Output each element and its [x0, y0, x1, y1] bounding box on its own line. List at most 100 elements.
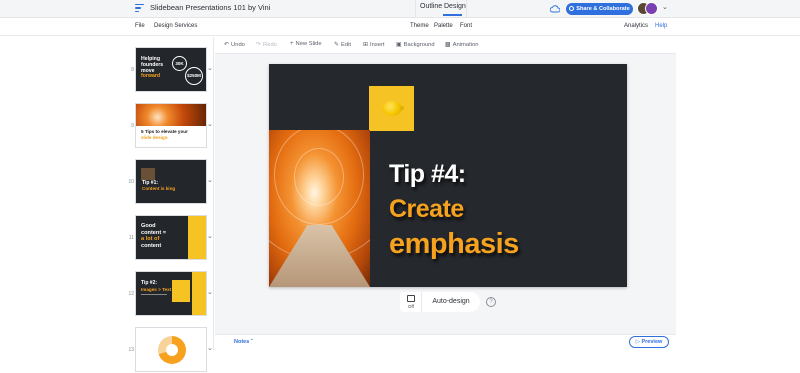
slide-number: 10 — [128, 179, 134, 185]
slide-thumbnail[interactable]: Tip #2: Images > Text — [135, 271, 207, 316]
menu-analytics[interactable]: Analytics — [624, 23, 648, 29]
thumbnail-text: Good — [141, 223, 156, 229]
chevron-up-icon: ˆ — [250, 339, 253, 345]
notes-label: Notes — [234, 339, 250, 345]
new-slide-label: New Slide — [295, 41, 322, 47]
tab-design[interactable]: Design — [444, 3, 466, 10]
lemon-tip — [400, 106, 404, 110]
slide-number: 8 — [131, 67, 134, 73]
menu-icon[interactable] — [135, 4, 144, 13]
plus-icon: + — [290, 41, 294, 47]
thumbnail-text: slide design — [141, 135, 168, 140]
slide-thumbnail[interactable]: Tip #1: Content is king — [135, 159, 207, 204]
background-label: Background — [403, 42, 435, 48]
menu-theme[interactable]: Theme — [410, 23, 429, 29]
thumbnail-accent — [188, 216, 206, 259]
menu-help[interactable]: Help — [655, 23, 667, 29]
menu-design-services[interactable]: Design Services — [154, 23, 197, 29]
lemon-image[interactable] — [369, 86, 414, 131]
preview-button[interactable]: ▷ Preview — [629, 336, 669, 348]
divider — [466, 0, 467, 18]
undo-button[interactable]: ↶ Undo — [224, 41, 245, 48]
edit-label: Edit — [341, 42, 352, 48]
slide-heading-line[interactable]: Tip #4: — [389, 160, 466, 189]
thumbnail-text: Tip #2: — [141, 280, 158, 286]
thumbnail-text-line — [141, 294, 167, 295]
preview-label: Preview — [641, 339, 663, 345]
toggle-state: Off — [408, 304, 414, 309]
slide-number: 11 — [128, 235, 134, 241]
tunnel-image[interactable] — [269, 130, 370, 287]
auto-design-button[interactable]: Auto-design — [422, 292, 480, 312]
slide-heading-line[interactable]: Create — [389, 195, 464, 224]
animation-button[interactable]: ▩ Animation — [445, 41, 478, 48]
share-button[interactable]: Share & Collaborate — [566, 3, 633, 15]
share-button-label: Share & Collaborate — [576, 6, 630, 12]
stat-circle: $250M — [185, 67, 203, 85]
animation-icon: ▩ — [445, 42, 451, 48]
thumbnail-text: content = — [141, 229, 167, 236]
undo-icon: ↶ — [224, 42, 230, 48]
thumbnail-text: Images > Text — [141, 287, 172, 292]
top-bar: Slidebean Presentations 101 by Vini Outl… — [0, 0, 800, 18]
auto-design-toggle[interactable]: Off — [400, 292, 422, 312]
slide-thumbnail[interactable]: Good content = a lot of content — [135, 215, 207, 260]
presentation-title[interactable]: Slidebean Presentations 101 by Vini — [150, 3, 270, 12]
thumbnail-row: 11 Good content = a lot of content ⌄ — [118, 215, 214, 261]
tab-outline[interactable]: Outline — [420, 3, 442, 10]
thumbnail-text: a lot of — [141, 236, 160, 243]
thumbnail-image — [172, 280, 190, 302]
pie-hole — [166, 344, 178, 356]
active-tab-indicator — [443, 14, 462, 16]
thumbnail-row: 9 5 Tips to elevate your slide design ⌄ — [118, 103, 214, 149]
globe-icon — [569, 6, 575, 11]
thumbnail-row: 13 ⌄ — [118, 327, 214, 373]
avatar[interactable] — [645, 2, 658, 15]
play-icon: ▷ — [635, 339, 640, 345]
slide-heading-line[interactable]: emphasis — [389, 228, 519, 261]
thumbnail-accent — [192, 272, 206, 315]
chevron-down-icon[interactable]: ⌄ — [207, 344, 213, 352]
slide-number: 9 — [131, 123, 134, 129]
animation-label: Animation — [452, 42, 479, 48]
thumbnail-row: 10 Tip #1: Content is king ⌄ — [118, 159, 214, 205]
new-slide-button[interactable]: + New Slide — [290, 41, 322, 47]
notes-toggle[interactable]: Notes ˆ — [234, 339, 253, 345]
chevron-down-icon[interactable]: ⌄ — [207, 120, 213, 128]
thumbnail-row: 12 Tip #2: Images > Text ⌄ — [118, 271, 214, 317]
edit-button[interactable]: ✎ Edit — [334, 41, 351, 48]
redo-label: Redo — [263, 42, 277, 48]
slide-number: 13 — [128, 347, 134, 353]
thumbnail-text: Content is king — [142, 186, 176, 191]
stat-circle: 30K — [172, 56, 187, 71]
chevron-down-icon[interactable]: ⌄ — [207, 288, 213, 296]
chevron-down-icon[interactable]: ⌄ — [662, 3, 668, 11]
editor-toolbar: ↶ Undo ↷ Redo + New Slide ✎ Edit ⊞ Insert ▣ Ba… — [215, 37, 676, 54]
current-slide[interactable]: Tip #4: Create emphasis — [269, 64, 627, 287]
thumbnail-row: 8 Helping founders move forward 30K $250… — [118, 47, 214, 93]
menu-palette[interactable]: Palette — [434, 23, 453, 29]
layout-icon — [407, 295, 415, 302]
redo-button[interactable]: ↷ Redo — [256, 41, 277, 48]
chevron-down-icon[interactable]: ⌄ — [207, 176, 213, 184]
slide-thumbnail[interactable]: 5 Tips to elevate your slide design — [135, 103, 207, 148]
image-icon: ▣ — [396, 42, 402, 48]
chevron-down-icon[interactable]: ⌄ — [207, 232, 213, 240]
menu-font[interactable]: Font — [460, 23, 472, 29]
menu-file[interactable]: File — [135, 23, 145, 29]
thumbnail-text: 5 Tips to elevate your — [141, 129, 188, 134]
tunnel-ring — [294, 148, 344, 206]
background-button[interactable]: ▣ Background — [396, 41, 435, 48]
divider — [415, 0, 416, 18]
lemon-graphic — [382, 101, 402, 116]
insert-icon: ⊞ — [363, 42, 369, 48]
help-icon[interactable]: ? — [486, 297, 496, 307]
slide-thumbnail-panel: 8 Helping founders move forward 30K $250… — [118, 37, 214, 372]
menu-bar: File Design Services Theme Palette Font … — [0, 18, 800, 36]
slide-number: 12 — [128, 291, 134, 297]
thumbnail-text: content — [141, 242, 162, 249]
slide-thumbnail[interactable]: Helping founders move forward 30K $250M — [135, 47, 207, 92]
chevron-down-icon[interactable]: ⌄ — [207, 64, 213, 72]
bottom-bar — [215, 334, 676, 350]
insert-button[interactable]: ⊞ Insert — [363, 41, 385, 48]
